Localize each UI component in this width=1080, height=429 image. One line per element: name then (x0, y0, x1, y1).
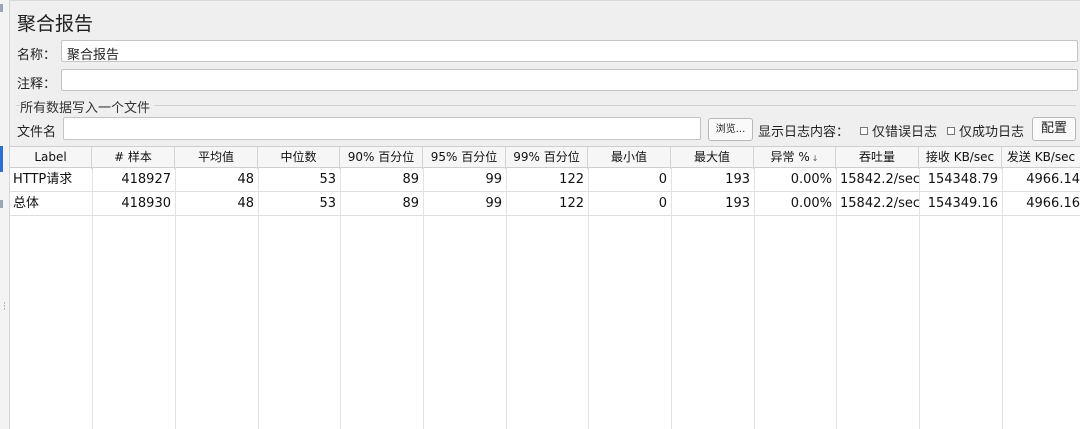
errors-only-label: 仅错误日志 (872, 125, 938, 140)
comment-field[interactable] (61, 69, 1078, 91)
column-header-median[interactable]: 中位数 (258, 147, 340, 169)
cell-average: 48 (237, 196, 254, 211)
cell-median: 53 (319, 172, 336, 187)
cell-label: HTTP请求 (13, 172, 73, 187)
errors-only-checkbox[interactable]: 仅错误日志 (860, 121, 937, 140)
table-row[interactable]: HTTP请求 418927 48 53 89 99 122 0 193 0.00… (10, 168, 1080, 192)
page-title: 聚合报告 (17, 13, 94, 35)
tree-panel-edge: · · · (0, 0, 10, 429)
cell-error-pct: 0.00% (790, 172, 832, 187)
column-header-label[interactable]: Label (10, 147, 92, 169)
table-row[interactable]: 总体 418930 48 53 89 99 122 0 193 0.00% 15… (10, 192, 1080, 216)
cell-p99: 122 (559, 196, 584, 211)
tree-edge-marker (0, 200, 3, 208)
cell-error-pct: 0.00% (790, 196, 832, 211)
cell-median: 53 (319, 196, 336, 211)
comment-label: 注释： (17, 77, 57, 92)
column-header-p95[interactable]: 95% 百分位 (423, 147, 506, 169)
column-header-p99[interactable]: 99% 百分位 (506, 147, 588, 169)
column-header-error-pct[interactable]: 异常 % ↓ (754, 147, 836, 169)
cell-sent: 4966.14 (1026, 172, 1080, 187)
table-header: Label # 样本 平均值 中位数 90% 百分位 95% 百分位 99% 百… (10, 146, 1080, 169)
sort-descending-icon: ↓ (811, 154, 819, 163)
group-border (16, 105, 1076, 106)
column-header-sent[interactable]: 发送 KB/sec (1002, 147, 1080, 169)
cell-min: 0 (658, 196, 667, 211)
success-only-checkbox[interactable]: 仅成功日志 (947, 121, 1024, 140)
cell-samples: 418930 (121, 196, 171, 211)
cell-max: 193 (725, 196, 750, 211)
cell-max: 193 (725, 172, 750, 187)
cell-samples: 418927 (121, 172, 171, 187)
cell-received: 154349.16 (927, 196, 998, 211)
checkbox-icon[interactable] (947, 126, 955, 135)
cell-throughput: 15842.2/sec (840, 172, 919, 187)
success-only-label: 仅成功日志 (959, 125, 1025, 140)
tree-selection-marker (0, 146, 3, 172)
name-label: 名称： (17, 48, 57, 63)
cell-p95: 99 (485, 196, 502, 211)
splitter-grip-icon[interactable]: · · · (3, 300, 6, 315)
name-field[interactable]: 聚合报告 (61, 40, 1078, 63)
configure-button[interactable]: 配置 (1032, 117, 1076, 141)
cell-received: 154348.79 (927, 172, 998, 187)
column-header-max[interactable]: 最大值 (671, 147, 754, 169)
column-header-received[interactable]: 接收 KB/sec (919, 147, 1002, 169)
cell-p95: 99 (485, 172, 502, 187)
filename-input[interactable] (63, 117, 701, 140)
tree-edge-marker (0, 4, 3, 12)
column-header-error-text: 异常 % (770, 150, 810, 164)
cell-p90: 89 (402, 172, 419, 187)
checkbox-icon[interactable] (860, 126, 868, 135)
column-header-throughput[interactable]: 吞吐量 (836, 147, 919, 169)
column-header-average[interactable]: 平均值 (175, 147, 258, 169)
cell-p90: 89 (402, 196, 419, 211)
column-header-samples[interactable]: # 样本 (92, 147, 175, 169)
log-content-label: 显示日志内容： (758, 125, 850, 140)
cell-min: 0 (658, 172, 667, 187)
cell-label: 总体 (13, 196, 40, 211)
cell-average: 48 (237, 172, 254, 187)
results-table: Label # 样本 平均值 中位数 90% 百分位 95% 百分位 99% 百… (10, 146, 1080, 429)
aggregate-report-config-panel: 聚合报告 名称： 聚合报告 注释： 所有数据写入一个文件 文件名 浏览... 显… (10, 0, 1080, 147)
cell-p99: 122 (559, 172, 584, 187)
filename-label: 文件名 (17, 125, 57, 140)
group-title: 所有数据写入一个文件 (20, 97, 155, 116)
column-header-min[interactable]: 最小值 (588, 147, 671, 169)
cell-sent: 4966.16 (1026, 196, 1080, 211)
column-header-p90[interactable]: 90% 百分位 (340, 147, 423, 169)
browse-button[interactable]: 浏览... (708, 118, 753, 141)
cell-throughput: 15842.2/sec (840, 196, 919, 211)
